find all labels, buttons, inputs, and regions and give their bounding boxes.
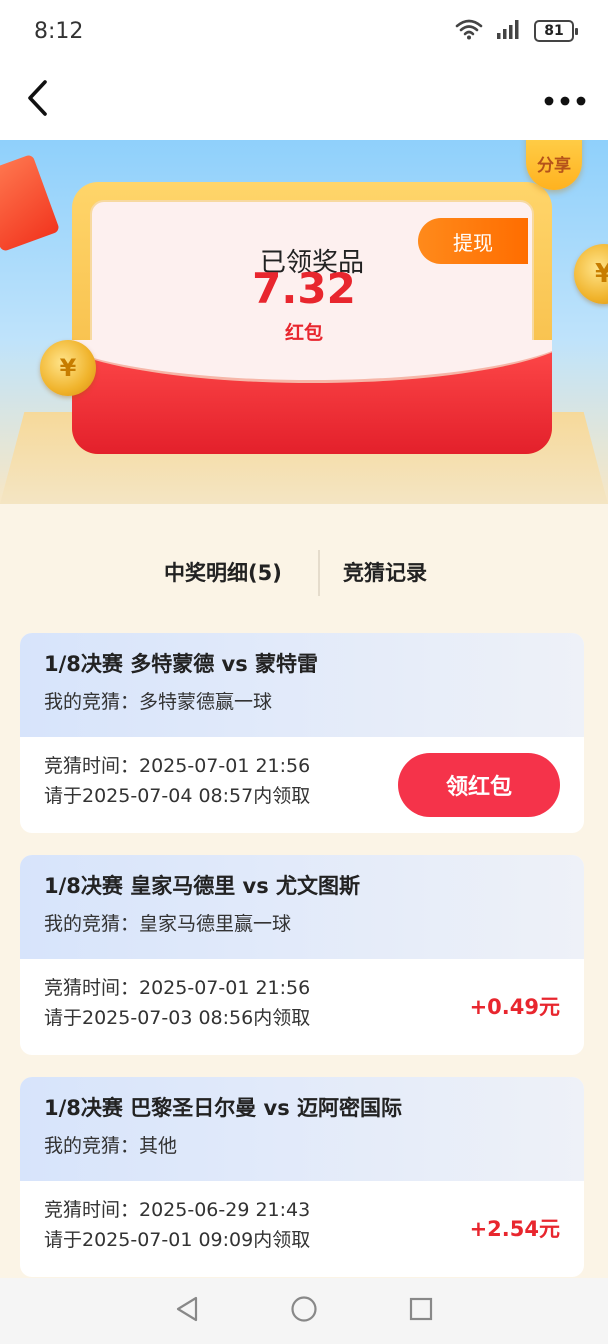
circle-home-icon (290, 1295, 318, 1327)
record-body: 竞猜时间：2025-07-01 21:56 请于2025-07-04 08:57… (20, 737, 584, 833)
battery-icon: 81 (534, 20, 578, 42)
more-dots-icon (544, 91, 586, 110)
record-guess: 我的竞猜：多特蒙德赢一球 (44, 691, 273, 713)
record-match: 1/8决赛 皇家马德里 vs 尤文图斯 (44, 874, 361, 898)
status-bar: 8:12 81 (0, 0, 608, 62)
record-guess: 我的竞猜：其他 (44, 1135, 178, 1157)
triangle-back-icon (174, 1295, 200, 1327)
status-time: 8:12 (34, 18, 84, 44)
record-body: 竞猜时间：2025-06-29 21:43 请于2025-07-01 09:09… (20, 1181, 584, 1277)
reward-amount: +2.54元 (469, 1217, 560, 1241)
prize-amount: 7.32 (252, 264, 356, 313)
more-button[interactable] (540, 76, 590, 124)
system-home-button[interactable] (284, 1291, 324, 1331)
prize-unit: 红包 (284, 322, 323, 344)
red-envelope-decoration (72, 340, 552, 454)
prize-hero: 已领奖品 7.32 红包 提现 ¥ ¥ 分享 (0, 140, 608, 504)
record-header: 1/8决赛 巴黎圣日尔曼 vs 迈阿密国际 我的竞猜：其他 (20, 1077, 584, 1181)
record-card: 1/8决赛 巴黎圣日尔曼 vs 迈阿密国际 我的竞猜：其他 竞猜时间：2025-… (20, 1077, 584, 1277)
status-icons: 81 (454, 18, 578, 44)
record-header: 1/8决赛 多特蒙德 vs 蒙特雷 我的竞猜：多特蒙德赢一球 (20, 633, 584, 737)
tab-bar: 中奖明细(5) 竞猜记录 (0, 548, 608, 598)
reward-amount: +0.49元 (469, 995, 560, 1019)
square-recents-icon (408, 1296, 434, 1326)
record-card: 1/8决赛 皇家马德里 vs 尤文图斯 我的竞猜：皇家马德里赢一球 竞猜时间：2… (20, 855, 584, 1055)
system-recents-button[interactable] (401, 1291, 441, 1331)
system-back-button[interactable] (167, 1291, 207, 1331)
chevron-left-icon (25, 79, 51, 121)
coin-icon: ¥ (40, 340, 96, 396)
record-list: 1/8决赛 多特蒙德 vs 蒙特雷 我的竞猜：多特蒙德赢一球 竞猜时间：2025… (20, 633, 584, 1299)
tab-prize-detail[interactable]: 中奖明细(5) (164, 548, 282, 598)
nav-bar (0, 62, 608, 140)
red-packet-decoration (0, 153, 61, 253)
share-button[interactable]: 分享 (526, 140, 582, 190)
record-guess: 我的竞猜：皇家马德里赢一球 (44, 913, 292, 935)
claim-red-packet-button[interactable]: 领红包 (398, 753, 560, 817)
system-nav-bar (0, 1278, 608, 1344)
tab-divider (318, 550, 320, 596)
tab-guess-record[interactable]: 竞猜记录 (343, 548, 427, 598)
record-card: 1/8决赛 多特蒙德 vs 蒙特雷 我的竞猜：多特蒙德赢一球 竞猜时间：2025… (20, 633, 584, 833)
record-body: 竞猜时间：2025-07-01 21:56 请于2025-07-03 08:56… (20, 959, 584, 1055)
withdraw-button[interactable]: 提现 (418, 218, 528, 264)
wifi-icon (454, 18, 484, 44)
signal-icon (496, 18, 522, 44)
record-header: 1/8决赛 皇家马德里 vs 尤文图斯 我的竞猜：皇家马德里赢一球 (20, 855, 584, 959)
record-match: 1/8决赛 巴黎圣日尔曼 vs 迈阿密国际 (44, 1096, 403, 1120)
record-match: 1/8决赛 多特蒙德 vs 蒙特雷 (44, 652, 319, 676)
back-button[interactable] (14, 76, 62, 124)
